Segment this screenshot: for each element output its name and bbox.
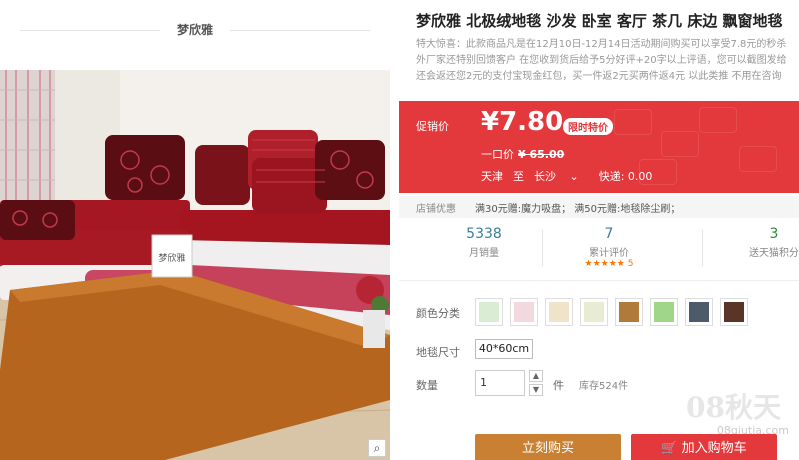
sofa-rug-photo: 梦欣雅	[0, 70, 390, 460]
stat-monthly-sales: 5338 月销量	[466, 226, 502, 259]
magnifier-icon[interactable]: ⌕	[368, 439, 386, 457]
promo-line: 还会返还您2元的支付宝现金红包，买一件返2元买两件返4元 以此类推 不用在咨询	[416, 71, 782, 82]
add-to-cart-button[interactable]: 🛒 加入购物车	[631, 434, 777, 460]
divider	[542, 230, 543, 266]
arrow-down-icon[interactable]: ▼	[529, 384, 543, 396]
size-option[interactable]: 40*60cm	[475, 339, 533, 359]
color-swatch[interactable]	[475, 298, 503, 326]
brand-header: 梦欣雅	[0, 0, 390, 60]
qty-label: 数量	[416, 379, 438, 392]
original-price: 一口价 ¥ 65.00	[481, 146, 564, 162]
price-value: ¥7.80	[481, 107, 564, 137]
buy-now-button[interactable]: 立刻购买	[475, 434, 621, 460]
ship-to-word: 至	[513, 170, 524, 183]
quantity-input[interactable]: 1	[475, 370, 525, 396]
product-image[interactable]: 梦欣雅 ⌕	[0, 70, 390, 460]
rating-stars: ★★★★★ 5	[584, 259, 634, 269]
price-panel: 促销价 ¥7.80 限时特价 一口价 ¥ 65.00 天津至长沙 ⌄ 快递: 0.0…	[399, 101, 799, 193]
product-title: 梦欣雅 北极绒地毯 沙发 卧室 客厅 茶几 床边 飘窗地毯	[416, 12, 783, 30]
promo-line: 特大惊喜：此款商品凡是在12月10日-12月14日活动期间购买可以享受7.8元的…	[416, 39, 787, 50]
promo-text: 特大惊喜：此款商品凡是在12月10日-12月14日活动期间购买可以享受7.8元的…	[416, 37, 799, 85]
divider	[399, 280, 799, 281]
stock-count: 库存524件	[579, 381, 629, 392]
original-price-value: ¥ 65.00	[518, 148, 565, 161]
color-swatch[interactable]	[615, 298, 643, 326]
shop-promo-text: 满30元赠:魔力吸盘； 满50元赠:地毯除尘刷；	[475, 204, 681, 215]
ship-from: 天津	[481, 170, 503, 183]
cart-icon: 🛒	[661, 441, 678, 456]
stat-points: 3 送天猫积分	[749, 226, 799, 259]
shop-promo-label: 店铺优惠	[416, 204, 456, 215]
shipping-info: 天津至长沙 ⌄ 快递: 0.00	[481, 168, 662, 184]
promo-line: 外厂家还特别回馈客户 在您收到货后给予5分好评+20字以上评语，您可以截图发给	[416, 55, 787, 66]
divider	[702, 230, 703, 266]
express-fee: 快递: 0.00	[598, 170, 653, 183]
price-label: 促销价	[416, 120, 449, 133]
ship-dest-select[interactable]: 长沙 ⌄	[534, 170, 589, 183]
color-swatch[interactable]	[650, 298, 678, 326]
size-label: 地毯尺寸	[416, 346, 460, 359]
sofa-tag-text: 梦欣雅	[158, 252, 185, 264]
chevron-down-icon: ⌄	[569, 170, 579, 183]
brand-name[interactable]: 梦欣雅	[0, 21, 390, 38]
sale-badge: 限时特价	[563, 118, 613, 135]
sales-stats: 5338 月销量 7 累计评价 ★★★★★ 5 3 送天猫积分	[399, 222, 799, 276]
product-detail: 梦欣雅 北极绒地毯 沙发 卧室 客厅 茶几 床边 飘窗地毯 特大惊喜：此款商品凡…	[399, 0, 799, 460]
color-swatch[interactable]	[580, 298, 608, 326]
color-swatch[interactable]	[720, 298, 748, 326]
color-swatch[interactable]	[545, 298, 573, 326]
original-price-label: 一口价	[481, 148, 514, 161]
stat-reviews[interactable]: 7 累计评价 ★★★★★ 5	[554, 226, 664, 269]
color-swatch[interactable]	[510, 298, 538, 326]
color-swatch[interactable]	[685, 298, 713, 326]
arrow-up-icon[interactable]: ▲	[529, 370, 543, 382]
product-gallery: 梦欣雅 梦欣雅 ⌕	[0, 0, 390, 460]
watermark: 08秋天	[686, 391, 781, 424]
color-label: 颜色分类	[416, 307, 460, 320]
shop-promo: 店铺优惠 满30元赠:魔力吸盘； 满50元赠:地毯除尘刷；	[399, 196, 799, 218]
qty-unit: 件	[553, 379, 564, 392]
